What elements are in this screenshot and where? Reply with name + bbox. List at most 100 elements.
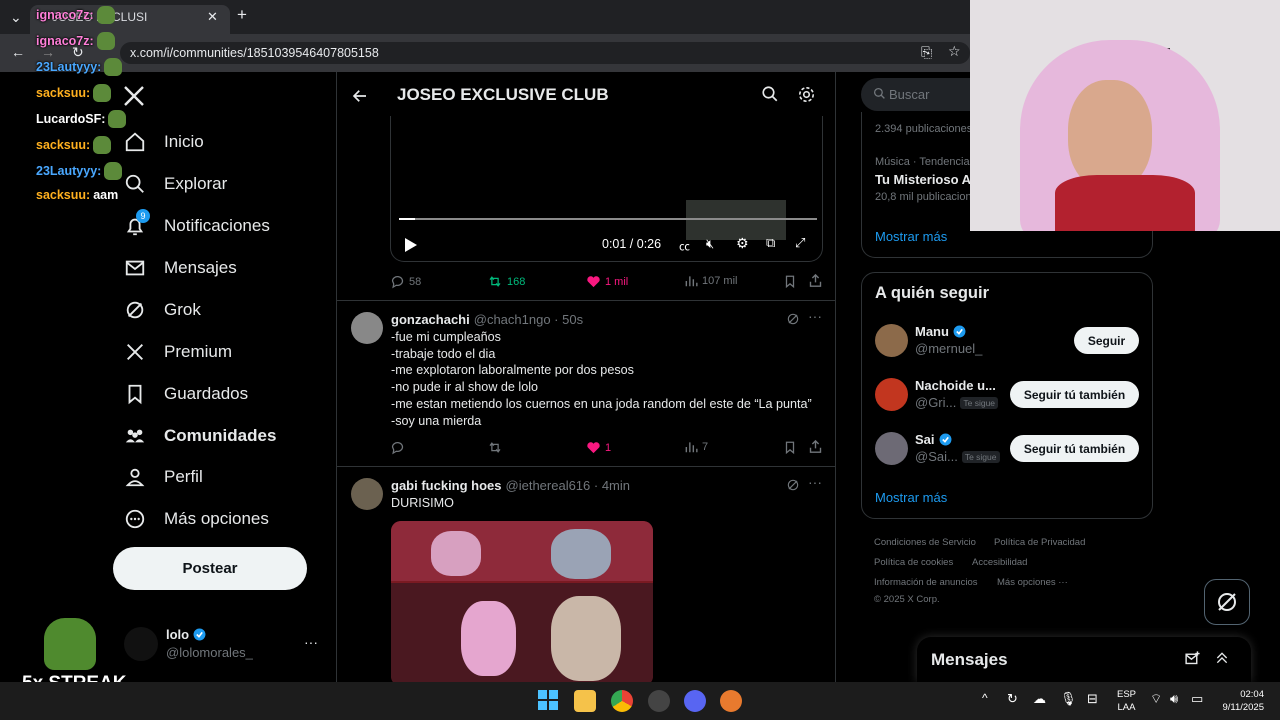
retweet-button[interactable] [487, 440, 503, 455]
windows-start-icon[interactable] [538, 690, 558, 710]
tab-search-icon[interactable]: ⌄ [10, 10, 22, 24]
back-arrow-icon[interactable] [351, 87, 369, 105]
reply-button[interactable] [390, 440, 405, 455]
share-icon[interactable] [808, 273, 823, 288]
avatar[interactable] [875, 378, 908, 411]
avatar[interactable] [351, 478, 383, 510]
wifi-icon[interactable]: ⌔ [1150, 691, 1162, 707]
video-player[interactable]: 0:01 / 0:26 ㏄ 🔇︎ ⚙ ⧉ ⤢ [390, 116, 823, 262]
nav-item-comunidades[interactable]: Comunidades [124, 421, 276, 451]
suggested-user-name-row[interactable]: Sai [915, 432, 952, 447]
views-button[interactable]: 107 mil [684, 274, 737, 288]
gear-icon[interactable] [797, 85, 816, 104]
show-more-suggestions-link[interactable]: Mostrar más [875, 490, 947, 505]
footer-link[interactable]: Política de Privacidad [994, 537, 1085, 548]
video-progress-track[interactable] [399, 218, 817, 220]
suggested-user-name: Manu [915, 324, 949, 339]
nav-label: Grok [164, 300, 201, 319]
community-feed: JOSEO EXCLUSIVE CLUB 0:01 / 0:26 ㏄ 🔇︎ ⚙ … [336, 72, 836, 682]
grok-explain-icon[interactable] [786, 312, 800, 326]
network-device-icon[interactable]: ⊟ [1087, 691, 1098, 707]
pepe-streak-icon [44, 618, 96, 670]
tweet-more-icon[interactable]: ··· [808, 308, 822, 324]
video-settings-icon[interactable]: ⚙ [736, 235, 749, 252]
nav-item-notificaciones[interactable]: 9 Notificaciones [124, 209, 270, 241]
trend-title[interactable]: Tu Misterioso Al [875, 172, 975, 187]
collapse-chevrons-icon[interactable] [1214, 650, 1230, 666]
follow-back-button[interactable]: Seguir tú también [1010, 435, 1139, 462]
mute-icon[interactable]: 🔇︎ [706, 236, 714, 252]
nav-item-grok[interactable]: Grok [124, 295, 201, 325]
nav-item-inicio[interactable]: Inicio [124, 127, 204, 157]
footer-link[interactable]: Accesibilidad [972, 557, 1027, 568]
tweet-author-handle[interactable]: @iethereal616 · 4min [506, 478, 630, 493]
nav-item-mas-opciones[interactable]: Más opciones [124, 504, 269, 534]
retweet-button[interactable]: 168 [487, 274, 525, 289]
volume-icon[interactable]: 🔊︎ [1170, 691, 1178, 707]
back-icon[interactable]: ← [11, 45, 25, 59]
search-icon[interactable] [761, 85, 779, 103]
bookmark-icon[interactable] [783, 440, 797, 455]
tweet-author-name[interactable]: gabi fucking hoes [391, 478, 502, 493]
retweet-count: 168 [507, 275, 526, 288]
footer-link[interactable]: Condiciones de Servicio [874, 537, 976, 548]
like-button[interactable]: 1 mil [586, 274, 628, 289]
follow-back-button[interactable]: Seguir tú también [1010, 381, 1139, 408]
bookmark-icon[interactable] [783, 274, 797, 289]
tray-chevron-icon[interactable]: ^ [982, 691, 988, 705]
avatar[interactable] [351, 312, 383, 344]
language-indicator[interactable]: ESP LAA [1117, 688, 1136, 714]
footer-link[interactable]: Política de cookies [874, 557, 953, 568]
fullscreen-icon[interactable]: ⤢ [795, 235, 805, 251]
like-button[interactable]: 1 [586, 440, 611, 455]
fl-studio-icon[interactable] [720, 690, 742, 712]
grok-explain-icon[interactable] [786, 478, 800, 492]
obs-icon[interactable] [648, 690, 670, 712]
avatar[interactable] [875, 432, 908, 465]
new-tab-button[interactable]: + [237, 6, 247, 23]
nav-item-mensajes[interactable]: Mensajes [124, 253, 237, 283]
share-icon[interactable] [808, 439, 823, 454]
reply-button[interactable]: 58 [390, 274, 421, 289]
avatar[interactable] [875, 324, 908, 357]
picture-in-picture-icon[interactable]: ⧉ [766, 235, 775, 251]
cloud-icon[interactable]: ☁ [1033, 691, 1046, 707]
post-button[interactable]: Postear [113, 547, 307, 590]
tab-close-icon[interactable]: ✕ [207, 10, 218, 24]
views-button[interactable]: 7 [684, 440, 708, 454]
play-icon[interactable] [404, 237, 418, 253]
retweet-icon [487, 274, 503, 289]
bookmark-star-icon[interactable]: ☆ [948, 44, 961, 58]
sync-icon[interactable]: ↻ [1007, 691, 1018, 707]
nav-item-explorar[interactable]: Explorar [124, 169, 227, 199]
battery-icon[interactable]: ▭ [1191, 691, 1203, 707]
footer-link[interactable]: Información de anuncios [874, 577, 978, 588]
avatar[interactable] [124, 627, 158, 661]
tweet-media-image[interactable] [391, 521, 653, 682]
discord-icon[interactable] [684, 690, 706, 712]
install-app-icon[interactable]: ⎘ [921, 45, 932, 59]
suggested-user-name[interactable]: Nachoide u... [915, 378, 996, 393]
tweet-author-name[interactable]: gonzachachi [391, 312, 470, 327]
microphone-icon[interactable]: 🎙︎ [1060, 691, 1077, 707]
tweet-more-icon[interactable]: ··· [808, 474, 822, 490]
trend-post-count: 2.394 publicaciones [875, 123, 973, 135]
nav-item-perfil[interactable]: Perfil [124, 462, 203, 492]
suggested-user-name-row[interactable]: Manu [915, 324, 966, 339]
nav-item-guardados[interactable]: Guardados [124, 379, 248, 409]
nav-item-premium[interactable]: Premium [124, 337, 232, 367]
follow-button[interactable]: Seguir [1074, 327, 1139, 354]
tweet-author-handle[interactable]: @chach1ngo · 50s [474, 312, 583, 327]
account-name-row[interactable]: lolo [166, 627, 206, 642]
account-more-icon[interactable]: ··· [304, 634, 318, 650]
new-message-icon[interactable] [1184, 650, 1201, 667]
grok-icon [124, 299, 146, 321]
account-name: lolo [166, 627, 190, 642]
grok-floating-button[interactable] [1204, 579, 1250, 625]
chrome-icon[interactable] [611, 690, 633, 712]
clock[interactable]: 02:04 9/11/2025 [1218, 688, 1264, 714]
footer-link[interactable]: Más opciones ··· [997, 577, 1068, 588]
show-more-trends-link[interactable]: Mostrar más [875, 229, 947, 244]
file-explorer-icon[interactable] [574, 690, 596, 712]
captions-icon[interactable]: ㏄ [679, 238, 690, 254]
